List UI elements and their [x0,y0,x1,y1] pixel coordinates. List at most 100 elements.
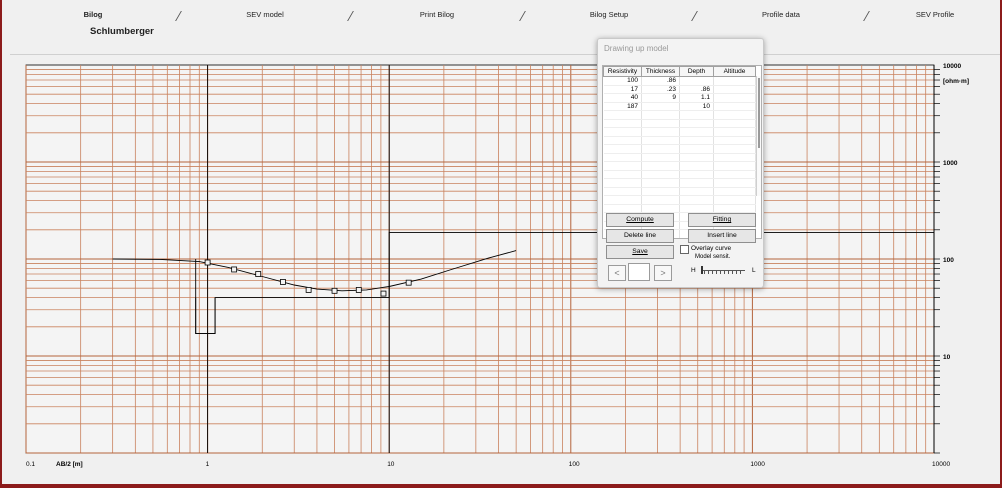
table-cell-resistivity[interactable] [603,153,642,162]
table-cell-resistivity[interactable]: 187 [603,102,642,111]
table-cell-depth[interactable] [679,136,714,145]
compute-button[interactable]: Compute [606,213,674,227]
table-cell-resistivity[interactable] [603,144,642,154]
table-cell-altitude[interactable] [713,119,756,128]
table-cell-altitude[interactable] [713,93,756,103]
table-cell-thickness[interactable] [641,204,680,213]
tab-sev-profile[interactable]: SEV Profile [868,8,1002,22]
sounding-chart[interactable]: 0.1 1 10 100 1000 10000 AB/2 [m] 10000 1000 100 10… [10,54,1000,473]
table-cell-depth[interactable]: .86 [679,85,714,94]
table-row[interactable] [603,127,756,137]
drawing-up-model-dialog[interactable]: Drawing up model Resistivity Thickness D… [597,38,764,288]
table-cell-thickness[interactable] [641,187,680,196]
table-cell-depth[interactable] [679,178,714,188]
table-cell-thickness[interactable]: .23 [641,85,680,94]
table-cell-thickness[interactable] [641,161,680,171]
previous-arrow-button[interactable]: < [608,265,626,281]
table-cell-thickness[interactable]: .86 [641,76,680,86]
table-row[interactable] [603,187,756,196]
table-row[interactable] [603,153,756,162]
table-cell-resistivity[interactable] [603,119,642,128]
insert-line-button[interactable]: Insert line [688,229,756,243]
tab-profile-data[interactable]: Profile data [696,8,866,22]
value-field[interactable] [628,263,650,281]
table-row[interactable] [603,195,756,205]
table-cell-altitude[interactable] [713,178,756,188]
table-cell-altitude[interactable] [713,110,756,120]
table-cell-depth[interactable] [679,153,714,162]
table-cell-depth[interactable] [679,119,714,128]
table-row[interactable]: 187 10 [603,102,756,111]
table-cell-resistivity[interactable]: 100 [603,76,642,86]
table-cell-altitude[interactable] [713,127,756,137]
chart-svg[interactable]: 0.1 1 10 100 1000 10000AB/2 [m]10000100010010… [10,55,1000,473]
table-cell-depth[interactable] [679,187,714,196]
sensitivity-slider-thumb[interactable] [701,266,703,274]
table-row[interactable] [603,110,756,120]
table-cell-resistivity[interactable] [603,161,642,171]
table-row[interactable] [603,136,756,145]
table-row[interactable]: 40 9 1.1 [603,93,756,103]
table-row[interactable] [603,119,756,128]
tab-sev-model[interactable]: SEV model [180,8,350,22]
table-cell-depth[interactable] [679,144,714,154]
table-cell-resistivity[interactable] [603,187,642,196]
table-cell-resistivity[interactable] [603,136,642,145]
table-row[interactable] [603,170,756,179]
table-cell-resistivity[interactable] [603,170,642,179]
table-cell-depth[interactable] [679,161,714,171]
table-cell-thickness[interactable] [641,136,680,145]
table-cell-altitude[interactable] [713,136,756,145]
table-cell-depth[interactable]: 10 [679,102,714,111]
fitting-button[interactable]: Fitting [688,213,756,227]
table-cell-thickness[interactable] [641,102,680,111]
table-cell-thickness[interactable] [641,119,680,128]
table-cell-depth[interactable] [679,195,714,205]
table-cell-thickness[interactable] [641,144,680,154]
table-row[interactable]: 100.86 [603,76,756,86]
overlay-curve-checkbox[interactable] [680,245,689,254]
table-cell-thickness[interactable] [641,110,680,120]
table-cell-thickness[interactable] [641,195,680,205]
table-cell-depth[interactable] [679,204,714,213]
table-cell-altitude[interactable] [713,161,756,171]
table-cell-thickness[interactable] [641,178,680,188]
table-cell-depth[interactable] [679,110,714,120]
table-cell-depth[interactable] [679,170,714,179]
table-cell-thickness[interactable]: 9 [641,93,680,103]
table-cell-depth[interactable] [679,76,714,86]
table-cell-depth[interactable]: 1.1 [679,93,714,103]
table-row[interactable] [603,144,756,154]
delete-line-button[interactable]: Delete line [606,229,674,243]
table-cell-resistivity[interactable]: 17 [603,85,642,94]
table-row[interactable] [603,178,756,188]
table-cell-altitude[interactable] [713,195,756,205]
table-cell-resistivity[interactable] [603,195,642,205]
next-arrow-button[interactable]: > [654,265,672,281]
table-cell-thickness[interactable] [641,153,680,162]
column-header-resistivity[interactable]: Resistivity [603,66,642,77]
table-cell-altitude[interactable] [713,76,756,86]
table-cell-resistivity[interactable]: 40 [603,93,642,103]
tab-print-bilog[interactable]: Print Bilog [352,8,522,22]
table-cell-resistivity[interactable] [603,204,642,213]
table-row[interactable] [603,161,756,171]
table-cell-altitude[interactable] [713,102,756,111]
save-button[interactable]: Save [606,245,674,259]
table-cell-resistivity[interactable] [603,110,642,120]
scrollbar-thumb[interactable] [758,78,760,148]
table-cell-altitude[interactable] [713,85,756,94]
column-header-depth[interactable]: Depth [679,66,714,77]
table-cell-resistivity[interactable] [603,178,642,188]
tab-bilog-setup[interactable]: Bilog Setup [524,8,694,22]
table-scrollbar[interactable] [756,76,761,196]
table-row[interactable] [603,204,756,213]
table-cell-resistivity[interactable] [603,127,642,137]
table-cell-depth[interactable] [679,127,714,137]
table-row[interactable]: 17.23.86 [603,85,756,94]
table-cell-altitude[interactable] [713,153,756,162]
table-cell-altitude[interactable] [713,187,756,196]
column-header-altitude[interactable]: Altitude [713,66,756,77]
table-cell-thickness[interactable] [641,127,680,137]
table-cell-altitude[interactable] [713,144,756,154]
